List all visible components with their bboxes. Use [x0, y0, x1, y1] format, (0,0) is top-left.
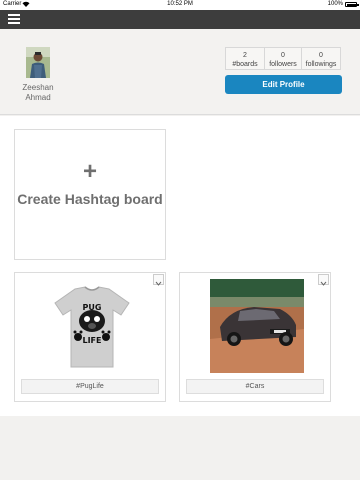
svg-text:PUG: PUG	[83, 303, 102, 312]
svg-text:LIFE: LIFE	[82, 336, 101, 345]
avatar[interactable]	[26, 47, 50, 78]
board-card-cars[interactable]: #Cars	[179, 272, 331, 402]
battery-icon	[345, 2, 359, 7]
stat-followings[interactable]: 0 followings	[302, 48, 340, 69]
pug-tshirt-image: PUG LIFE	[45, 279, 139, 373]
profile-stats: 2 #boards 0 followers 0 followings	[225, 47, 341, 70]
stat-followers-label: followers	[269, 61, 297, 68]
board-label-puglife[interactable]: #PugLife	[21, 379, 159, 394]
user-name: Zeeshan Ahmad	[22, 83, 54, 102]
plus-icon: +	[82, 158, 97, 185]
board-label-cars[interactable]: #Cars	[186, 379, 324, 394]
stat-boards-label: #boards	[232, 61, 258, 68]
top-nav-bar	[0, 10, 360, 29]
chevron-down-icon[interactable]	[153, 274, 164, 286]
create-hashtag-board-card[interactable]: + Create Hashtag board	[14, 129, 166, 260]
chevron-down-icon[interactable]	[318, 274, 329, 286]
stat-followings-label: followings	[305, 61, 337, 68]
stat-boards-value: 2	[243, 52, 247, 59]
stat-followers-value: 0	[281, 52, 285, 59]
profile-header: Zeeshan Ahmad 2 #boards 0 followers 0 fo…	[0, 29, 360, 115]
car-photo-image	[210, 279, 304, 373]
stat-boards[interactable]: 2 #boards	[226, 48, 265, 69]
battery-percent: 100%	[327, 1, 343, 7]
bottom-background	[0, 416, 360, 480]
boards-grid: + Create Hashtag board PUG LIFE #PugLife…	[0, 116, 360, 416]
create-board-label: Create Hashtag board	[17, 191, 163, 207]
board-card-puglife[interactable]: PUG LIFE #PugLife	[14, 272, 166, 402]
status-bar: Carrier 10:52 PM 100%	[0, 0, 360, 10]
status-time: 10:52 PM	[167, 1, 193, 7]
hamburger-menu-icon[interactable]	[8, 14, 20, 25]
stat-followers[interactable]: 0 followers	[265, 48, 302, 69]
stat-followings-value: 0	[319, 52, 323, 59]
edit-profile-button[interactable]: Edit Profile	[225, 75, 342, 94]
